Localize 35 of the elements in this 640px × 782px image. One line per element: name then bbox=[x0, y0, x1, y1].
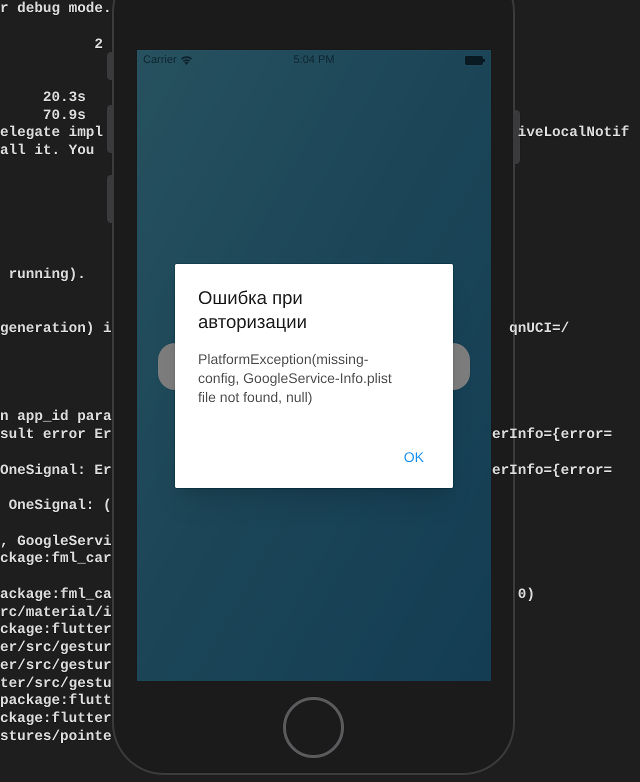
terminal-line: erInfo={error= bbox=[492, 427, 612, 443]
terminal-line: ckage:flutter bbox=[0, 622, 112, 638]
terminal-line: 0) bbox=[516, 586, 535, 603]
terminal-line: ter/src/gestu bbox=[0, 676, 112, 692]
terminal-line: ackage:fml_ca bbox=[0, 586, 112, 603]
terminal-line: er/src/gestur bbox=[0, 640, 112, 656]
terminal-line: 70.9s bbox=[42, 108, 86, 124]
terminal-line: iveLocalNotif bbox=[516, 125, 630, 142]
dialog-message: PlatformException(missing-config, GoogleService-Info.plist file not found, null) bbox=[198, 350, 393, 407]
terminal-line: generation) i bbox=[0, 320, 112, 336]
terminal-line: 20.3s bbox=[42, 90, 86, 106]
terminal-line: ckage:flutter bbox=[0, 711, 112, 727]
terminal-line: package:flutt bbox=[0, 693, 112, 710]
terminal-line: n app_id para bbox=[0, 409, 112, 426]
pill-button-edge bbox=[453, 343, 470, 390]
dialog-title: Ошибка при авторизации bbox=[198, 286, 308, 334]
terminal-line: stures/pointe bbox=[0, 728, 112, 745]
terminal-line: OneSignal: ( bbox=[8, 498, 112, 514]
pill-button-edge bbox=[158, 343, 175, 390]
terminal-line: 2 bbox=[93, 36, 103, 52]
terminal-line: running). bbox=[8, 267, 86, 284]
terminal-line: rc/material/i bbox=[0, 604, 112, 620]
terminal-line: OneSignal: Er bbox=[0, 462, 112, 478]
ok-button[interactable]: OK bbox=[398, 443, 430, 472]
terminal-line: er/src/gestur bbox=[0, 658, 112, 674]
terminal-line: ckage:fml_car bbox=[0, 551, 112, 568]
wifi-icon bbox=[180, 55, 193, 65]
terminal-line: sult error Er bbox=[0, 427, 112, 443]
terminal-line: qnUCI=/ bbox=[508, 320, 570, 336]
terminal-line: , GoogleServi bbox=[0, 534, 112, 550]
terminal-line: erInfo={error= bbox=[492, 462, 612, 478]
terminal-line: r debug mode. bbox=[0, 1, 112, 17]
battery-icon bbox=[465, 56, 485, 64]
terminal-line: all it. You bbox=[0, 143, 94, 159]
terminal-line: elegate impl bbox=[0, 125, 103, 142]
